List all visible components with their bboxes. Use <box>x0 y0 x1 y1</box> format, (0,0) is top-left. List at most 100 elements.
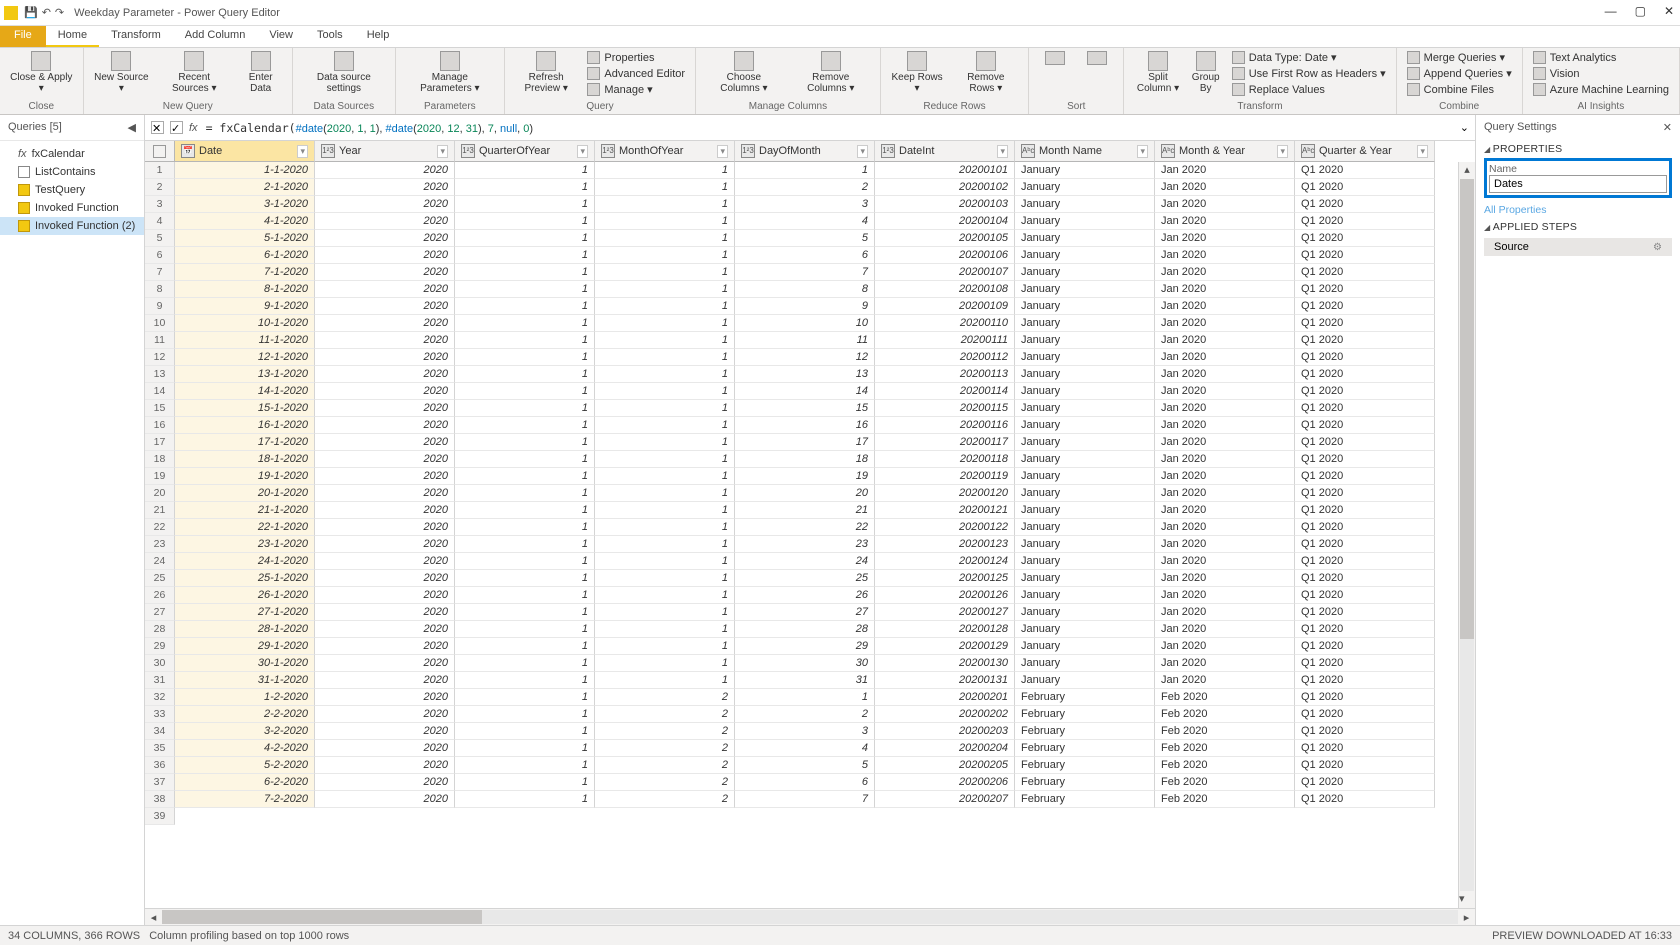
cell[interactable]: 2020 <box>315 179 455 196</box>
undo-icon[interactable]: ↶ <box>42 6 51 19</box>
formula-input[interactable]: = fxCalendar(#date(2020, 1, 1), #date(20… <box>204 119 1454 137</box>
cell[interactable]: Q1 2020 <box>1295 383 1435 400</box>
tab-help[interactable]: Help <box>355 26 402 47</box>
cell[interactable]: 1 <box>455 468 595 485</box>
cell[interactable]: 9 <box>735 298 875 315</box>
maximize-button[interactable]: ▢ <box>1635 4 1646 18</box>
cell[interactable]: 2020 <box>315 485 455 502</box>
vertical-scrollbar[interactable]: ▴ ▾ <box>1458 162 1475 908</box>
ribbon-item[interactable]: Append Queries ▾ <box>1403 66 1516 81</box>
cell[interactable]: Jan 2020 <box>1155 196 1295 213</box>
cell[interactable]: 12 <box>735 349 875 366</box>
row-number[interactable]: 2 <box>145 179 175 196</box>
cell[interactable]: 1 <box>455 332 595 349</box>
cell[interactable]: January <box>1015 570 1155 587</box>
cell[interactable]: 1 <box>595 553 735 570</box>
refresh-preview-button[interactable]: Refresh Preview ▾ <box>511 50 581 97</box>
cell[interactable]: Q1 2020 <box>1295 230 1435 247</box>
cell[interactable]: Jan 2020 <box>1155 434 1295 451</box>
cell[interactable]: Jan 2020 <box>1155 230 1295 247</box>
cell[interactable]: 28-1-2020 <box>175 621 315 638</box>
cell[interactable]: 1 <box>595 468 735 485</box>
cell[interactable]: 8 <box>735 281 875 298</box>
cancel-formula-icon[interactable]: ✕ <box>151 121 164 134</box>
cell[interactable]: 1 <box>455 434 595 451</box>
cell[interactable]: Jan 2020 <box>1155 162 1295 179</box>
cell[interactable]: 1 <box>595 383 735 400</box>
cell[interactable]: 20200125 <box>875 570 1015 587</box>
cell[interactable]: 2020 <box>315 349 455 366</box>
tab-tools[interactable]: Tools <box>305 26 355 47</box>
cell[interactable]: Jan 2020 <box>1155 502 1295 519</box>
cell[interactable]: Q1 2020 <box>1295 349 1435 366</box>
cell[interactable]: Jan 2020 <box>1155 672 1295 689</box>
cell[interactable]: 8-1-2020 <box>175 281 315 298</box>
cell[interactable]: Q1 2020 <box>1295 791 1435 808</box>
cell[interactable]: January <box>1015 417 1155 434</box>
cell[interactable]: Q1 2020 <box>1295 179 1435 196</box>
cell[interactable]: January <box>1015 485 1155 502</box>
cell[interactable]: January <box>1015 553 1155 570</box>
cell[interactable]: 2 <box>735 706 875 723</box>
cell[interactable]: 1 <box>595 162 735 179</box>
cell[interactable]: Q1 2020 <box>1295 587 1435 604</box>
ribbon-button[interactable]: Keep Rows ▾ <box>887 50 948 95</box>
cell[interactable]: 2020 <box>315 791 455 808</box>
cell[interactable]: Jan 2020 <box>1155 587 1295 604</box>
cell[interactable]: 17 <box>735 434 875 451</box>
cell[interactable]: 2020 <box>315 706 455 723</box>
cell[interactable]: 12-1-2020 <box>175 349 315 366</box>
cell[interactable]: 2020 <box>315 400 455 417</box>
redo-icon[interactable]: ↷ <box>55 6 64 19</box>
cell[interactable]: 20200103 <box>875 196 1015 213</box>
cell[interactable]: 29 <box>735 638 875 655</box>
cell[interactable]: Q1 2020 <box>1295 451 1435 468</box>
cell[interactable]: Q1 2020 <box>1295 213 1435 230</box>
cell[interactable]: 1 <box>455 570 595 587</box>
cell[interactable]: 2020 <box>315 162 455 179</box>
row-number[interactable]: 14 <box>145 383 175 400</box>
cell[interactable]: 20200109 <box>875 298 1015 315</box>
cell[interactable]: 11-1-2020 <box>175 332 315 349</box>
cell[interactable]: January <box>1015 434 1155 451</box>
cell[interactable]: 23 <box>735 536 875 553</box>
ribbon-item[interactable]: Use First Row as Headers ▾ <box>1228 66 1390 81</box>
cell[interactable]: 2020 <box>315 723 455 740</box>
cell[interactable]: February <box>1015 791 1155 808</box>
row-number[interactable]: 31 <box>145 672 175 689</box>
cell[interactable]: 20200202 <box>875 706 1015 723</box>
cell[interactable]: 15 <box>735 400 875 417</box>
ribbon-item[interactable]: Manage ▾ <box>583 82 689 97</box>
cell[interactable]: 3 <box>735 196 875 213</box>
cell[interactable]: 1 <box>455 502 595 519</box>
cell[interactable]: Q1 2020 <box>1295 264 1435 281</box>
cell[interactable]: 1 <box>595 621 735 638</box>
cell[interactable]: 10-1-2020 <box>175 315 315 332</box>
cell[interactable]: 2020 <box>315 604 455 621</box>
cell[interactable]: 2020 <box>315 298 455 315</box>
cell[interactable]: 2-1-2020 <box>175 179 315 196</box>
cell[interactable]: 20200203 <box>875 723 1015 740</box>
cell[interactable]: Q1 2020 <box>1295 332 1435 349</box>
cell[interactable]: 1 <box>455 315 595 332</box>
cell[interactable]: Jan 2020 <box>1155 298 1295 315</box>
cell[interactable]: Q1 2020 <box>1295 689 1435 706</box>
row-number[interactable]: 18 <box>145 451 175 468</box>
row-number[interactable]: 3 <box>145 196 175 213</box>
cell[interactable]: 2 <box>595 791 735 808</box>
row-number[interactable]: 24 <box>145 553 175 570</box>
cell[interactable]: 1 <box>455 587 595 604</box>
column-header[interactable]: 1²3QuarterOfYear▾ <box>455 141 595 162</box>
cell[interactable]: 1-1-2020 <box>175 162 315 179</box>
cell[interactable]: Jan 2020 <box>1155 179 1295 196</box>
cell[interactable]: Jan 2020 <box>1155 485 1295 502</box>
cell[interactable]: 1 <box>595 213 735 230</box>
sort-desc-button[interactable] <box>1077 50 1117 67</box>
cell[interactable]: 1 <box>455 298 595 315</box>
row-number[interactable]: 33 <box>145 706 175 723</box>
cell[interactable]: 20200118 <box>875 451 1015 468</box>
cell[interactable]: 1 <box>455 604 595 621</box>
cell[interactable]: 20200130 <box>875 655 1015 672</box>
cell[interactable]: Feb 2020 <box>1155 757 1295 774</box>
cell[interactable]: January <box>1015 451 1155 468</box>
